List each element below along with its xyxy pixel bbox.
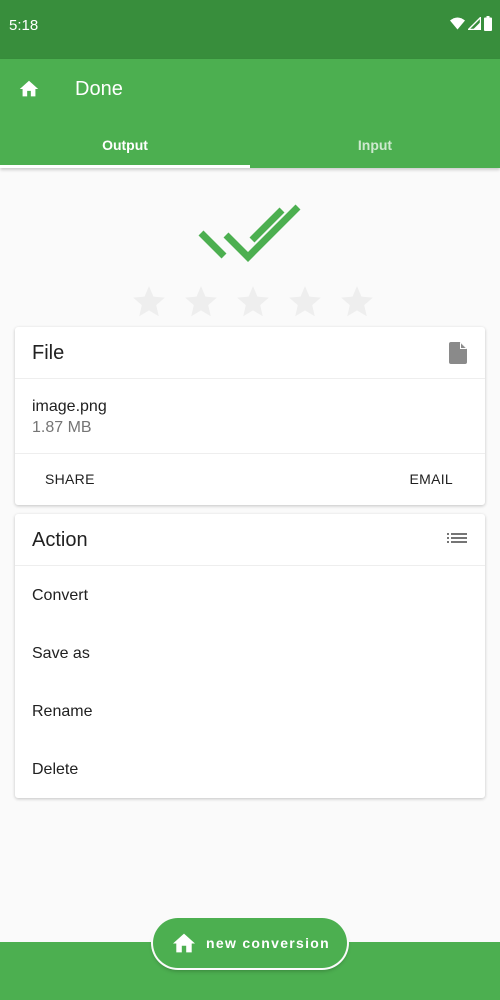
action-card: Action Convert Save as Rename Delete: [15, 514, 485, 798]
status-bar: 5:18: [0, 0, 500, 59]
share-button[interactable]: SHARE: [31, 454, 109, 504]
tab-bar: Output Input: [0, 121, 500, 168]
action-save-as-label: Save as: [32, 645, 90, 662]
status-time: 5:18: [9, 17, 39, 34]
battery-icon: [484, 16, 492, 31]
file-card-title: File: [32, 342, 65, 364]
file-size: 1.87 MB: [32, 419, 92, 436]
action-card-title: Action: [32, 529, 88, 551]
file-card-header: File: [15, 327, 485, 379]
action-convert[interactable]: Convert: [15, 567, 485, 625]
home-icon: [173, 933, 195, 953]
app-bar: Done Output Input: [0, 59, 500, 168]
action-list: Convert Save as Rename Delete: [15, 566, 485, 799]
new-conversion-button[interactable]: new conversion: [153, 918, 347, 968]
star-icon[interactable]: [338, 283, 376, 321]
file-actions: SHARE EMAIL: [15, 454, 485, 504]
tab-input[interactable]: Input: [250, 121, 500, 168]
file-name: image.png: [32, 398, 107, 415]
file-info: image.png 1.87 MB: [15, 379, 485, 454]
tab-output-label: Output: [102, 136, 148, 153]
action-delete-label: Delete: [32, 761, 79, 778]
status-icons: [450, 16, 492, 31]
file-card: File image.png 1.87 MB SHARE EMAIL: [15, 327, 485, 505]
page-title: Done: [75, 78, 123, 100]
wifi-icon: [450, 17, 465, 30]
action-delete[interactable]: Delete: [15, 741, 485, 799]
signal-icon: [468, 17, 481, 30]
star-icon[interactable]: [234, 283, 272, 321]
action-rename[interactable]: Rename: [15, 683, 485, 741]
email-button[interactable]: EMAIL: [395, 454, 467, 504]
new-conversion-label: new conversion: [206, 935, 331, 951]
action-convert-label: Convert: [32, 587, 89, 604]
action-card-header: Action: [15, 514, 485, 566]
file-icon: [449, 342, 467, 364]
list-icon: [447, 533, 467, 543]
tab-output[interactable]: Output: [0, 121, 250, 168]
action-save-as[interactable]: Save as: [15, 625, 485, 683]
done-all-icon: [198, 204, 301, 262]
star-icon[interactable]: [286, 283, 324, 321]
rating-stars[interactable]: [130, 283, 376, 321]
star-icon[interactable]: [130, 283, 168, 321]
tab-input-label: Input: [357, 136, 393, 153]
star-icon[interactable]: [182, 283, 220, 321]
home-icon[interactable]: [18, 78, 40, 100]
action-rename-label: Rename: [32, 703, 93, 720]
